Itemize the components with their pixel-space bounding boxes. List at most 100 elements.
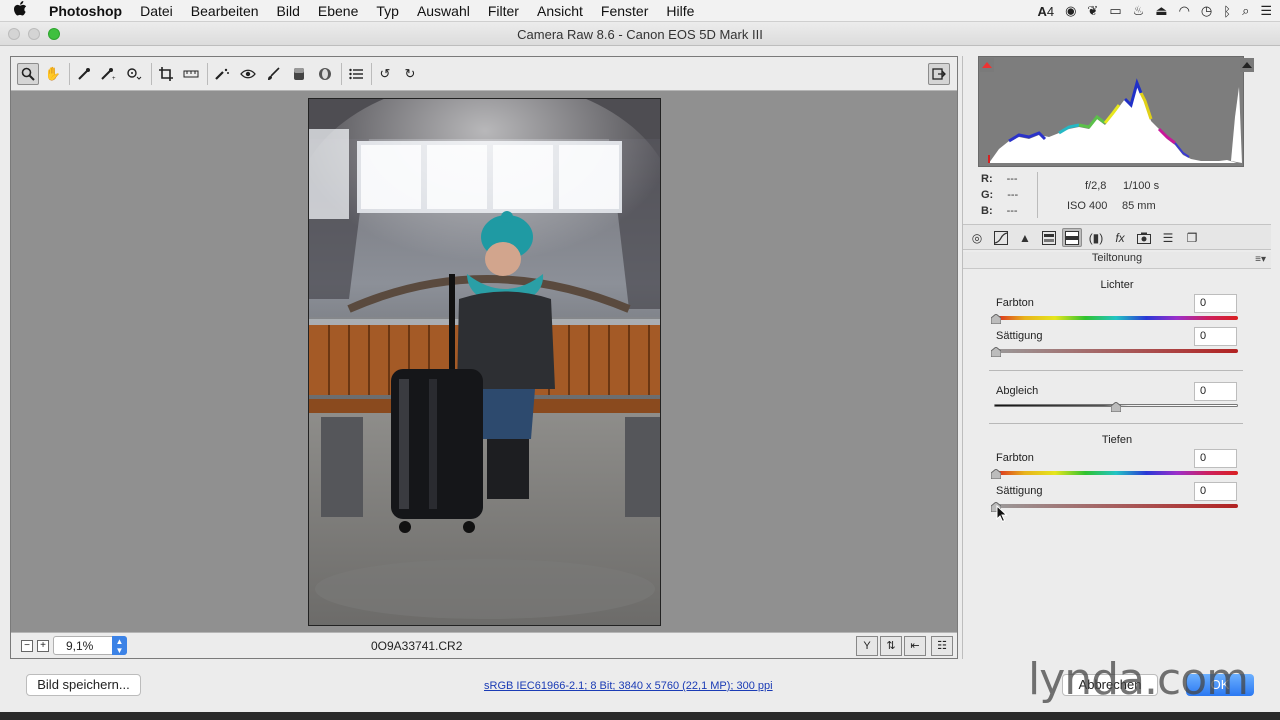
camera-calibration-tab-icon[interactable] [1134, 228, 1154, 247]
rotate-ccw-icon[interactable]: ↺ [374, 63, 396, 85]
color-sampler-tool-icon[interactable]: + [97, 63, 119, 85]
save-image-button[interactable]: Bild speichern... [26, 674, 141, 696]
radial-filter-icon[interactable] [314, 63, 336, 85]
record-icon[interactable]: ◉ [1065, 3, 1076, 19]
tool-bar: ✋ + ↺ ↻ [11, 57, 957, 91]
panel-tabs: ◎ ▲ (▮) fx ☰ ❐ [963, 224, 1271, 250]
iso-value: ISO 400 [1067, 200, 1108, 212]
toolbar-divider [371, 63, 372, 85]
targeted-adjustment-tool-icon[interactable] [123, 63, 145, 85]
preview-settings-icon[interactable]: ☷ [931, 636, 953, 656]
display-icon[interactable]: ▭ [1109, 3, 1121, 19]
hsl-tab-icon[interactable] [1039, 228, 1059, 247]
zoom-out-button[interactable]: − [21, 640, 33, 652]
highlights-hue-slider[interactable] [994, 316, 1238, 320]
shadows-saturation-slider[interactable] [994, 504, 1238, 508]
hand-tool-icon[interactable]: ✋ [42, 63, 64, 85]
menu-fenster[interactable]: Fenster [592, 3, 657, 19]
zoom-stepper-icon[interactable]: ▲ ▼ [112, 636, 127, 655]
adjustment-panel: R: --- G: --- B: --- f/2,8 1/100 s ISO 400 … [962, 56, 1271, 659]
presets-tab-icon[interactable]: ☰ [1158, 228, 1178, 247]
time-machine-icon[interactable]: ◷ [1201, 3, 1212, 19]
fullscreen-toggle-icon[interactable] [928, 63, 950, 85]
shadows-saturation-label: Sättigung [996, 485, 1043, 497]
blue-value: --- [1006, 205, 1018, 217]
balance-thumb[interactable] [1111, 402, 1121, 412]
menu-ebene[interactable]: Ebene [309, 3, 367, 19]
spotlight-icon[interactable]: ⌕ [1242, 3, 1249, 19]
zoom-tool-icon[interactable] [17, 63, 39, 85]
airplay-icon[interactable]: ⏏ [1155, 3, 1167, 19]
aperture-value: f/2,8 [1085, 180, 1107, 192]
panel-menu-icon[interactable]: ≡▾ [1255, 254, 1266, 265]
menu-typ[interactable]: Typ [367, 3, 408, 19]
zoom-in-button[interactable]: + [37, 640, 49, 652]
adjustment-brush-icon[interactable] [262, 63, 284, 85]
filename-label: 0O9A33741.CR2 [371, 639, 463, 653]
preferences-list-icon[interactable] [345, 63, 367, 85]
flame-icon[interactable]: ♨ [1133, 3, 1145, 19]
notification-center-icon[interactable]: ☰ [1260, 3, 1272, 19]
histogram [978, 56, 1244, 167]
toolbar-divider [207, 63, 208, 85]
status-tray: A4 ◉ ❦ ▭ ♨ ⏏ ◠ ◷ ᛒ ⌕ ☰ [1037, 0, 1272, 22]
basic-tab-icon[interactable]: ◎ [967, 228, 987, 247]
green-readout: G: --- [981, 189, 1018, 201]
wifi-icon[interactable]: ◠ [1179, 3, 1190, 19]
shadows-hue-label: Farbton [996, 452, 1034, 464]
spot-removal-tool-icon[interactable] [211, 63, 233, 85]
highlights-hue-input[interactable]: 0 [1194, 294, 1237, 313]
menu-filter[interactable]: Filter [479, 3, 528, 19]
balance-input[interactable]: 0 [1194, 382, 1237, 401]
exif-divider [1037, 172, 1038, 218]
highlights-saturation-input[interactable]: 0 [1194, 327, 1237, 346]
straighten-tool-icon[interactable] [180, 63, 202, 85]
shadows-hue-thumb[interactable] [991, 469, 1001, 479]
section-divider [989, 423, 1243, 424]
shadows-hue-input[interactable]: 0 [1194, 449, 1237, 468]
workflow-options-link[interactable]: sRGB IEC61966-2.1; 8 Bit; 3840 x 5760 (2… [484, 680, 773, 692]
red-readout: R: --- [981, 173, 1018, 185]
menu-auswahl[interactable]: Auswahl [408, 3, 479, 19]
section-divider [989, 370, 1243, 371]
view-toggle-icon[interactable]: Y [856, 636, 878, 656]
mouse-cursor-icon [996, 504, 1008, 523]
crop-tool-icon[interactable] [155, 63, 177, 85]
copy-settings-icon[interactable]: ⇤ [904, 636, 926, 656]
menu-ansicht[interactable]: Ansicht [528, 3, 592, 19]
apple-menu-icon[interactable] [0, 0, 40, 21]
highlights-saturation-slider[interactable] [994, 349, 1238, 353]
shadow-clipping-warning-icon[interactable] [980, 58, 994, 72]
lens-corrections-tab-icon[interactable]: (▮) [1086, 228, 1106, 247]
shadows-saturation-input[interactable]: 0 [1194, 482, 1237, 501]
menu-bearbeiten[interactable]: Bearbeiten [182, 3, 268, 19]
menu-bild[interactable]: Bild [268, 3, 309, 19]
menu-photoshop[interactable]: Photoshop [40, 3, 131, 19]
focal-length-value: 85 mm [1122, 200, 1156, 212]
tone-curve-tab-icon[interactable] [991, 228, 1011, 247]
shadows-heading: Tiefen [1101, 434, 1133, 446]
evernote-icon[interactable]: ❦ [1087, 3, 1098, 19]
dialog-footer: Bild speichern... sRGB IEC61966-2.1; 8 B… [0, 654, 1280, 712]
bluetooth-icon[interactable]: ᛒ [1223, 4, 1231, 19]
snapshots-tab-icon[interactable]: ❐ [1182, 228, 1202, 247]
red-eye-tool-icon[interactable] [237, 63, 259, 85]
highlights-hue-thumb[interactable] [991, 314, 1001, 324]
green-label: G: [981, 189, 994, 201]
effects-tab-icon[interactable]: fx [1110, 228, 1130, 247]
shadows-hue-slider[interactable] [994, 471, 1238, 475]
red-label: R: [981, 173, 993, 185]
graduated-filter-icon[interactable] [288, 63, 310, 85]
menu-hilfe[interactable]: Hilfe [657, 3, 703, 19]
adobe-badge[interactable]: A4 [1037, 4, 1054, 19]
highlights-saturation-thumb[interactable] [991, 347, 1001, 357]
rotate-cw-icon[interactable]: ↻ [399, 63, 421, 85]
menu-datei[interactable]: Datei [131, 3, 182, 19]
swap-settings-icon[interactable]: ⇅ [880, 636, 902, 656]
balance-label: Abgleich [996, 385, 1039, 397]
white-balance-tool-icon[interactable] [73, 63, 95, 85]
highlight-clipping-warning-icon[interactable] [1240, 58, 1254, 72]
photo-preview[interactable] [308, 98, 661, 626]
detail-tab-icon[interactable]: ▲ [1015, 228, 1035, 247]
split-toning-tab-icon[interactable] [1062, 228, 1082, 247]
